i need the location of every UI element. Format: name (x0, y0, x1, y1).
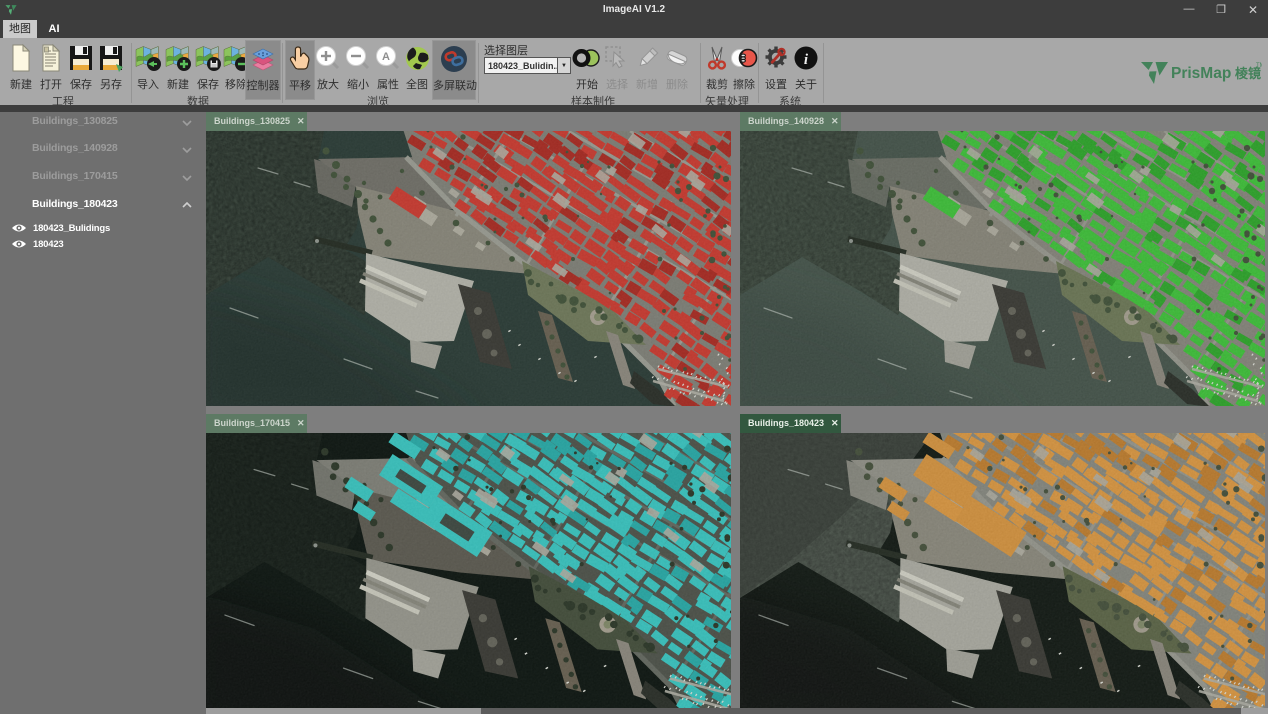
svg-text:PrisMap: PrisMap (1171, 65, 1231, 82)
svg-text:A: A (382, 51, 390, 63)
svg-text:TM: TM (1256, 63, 1262, 69)
